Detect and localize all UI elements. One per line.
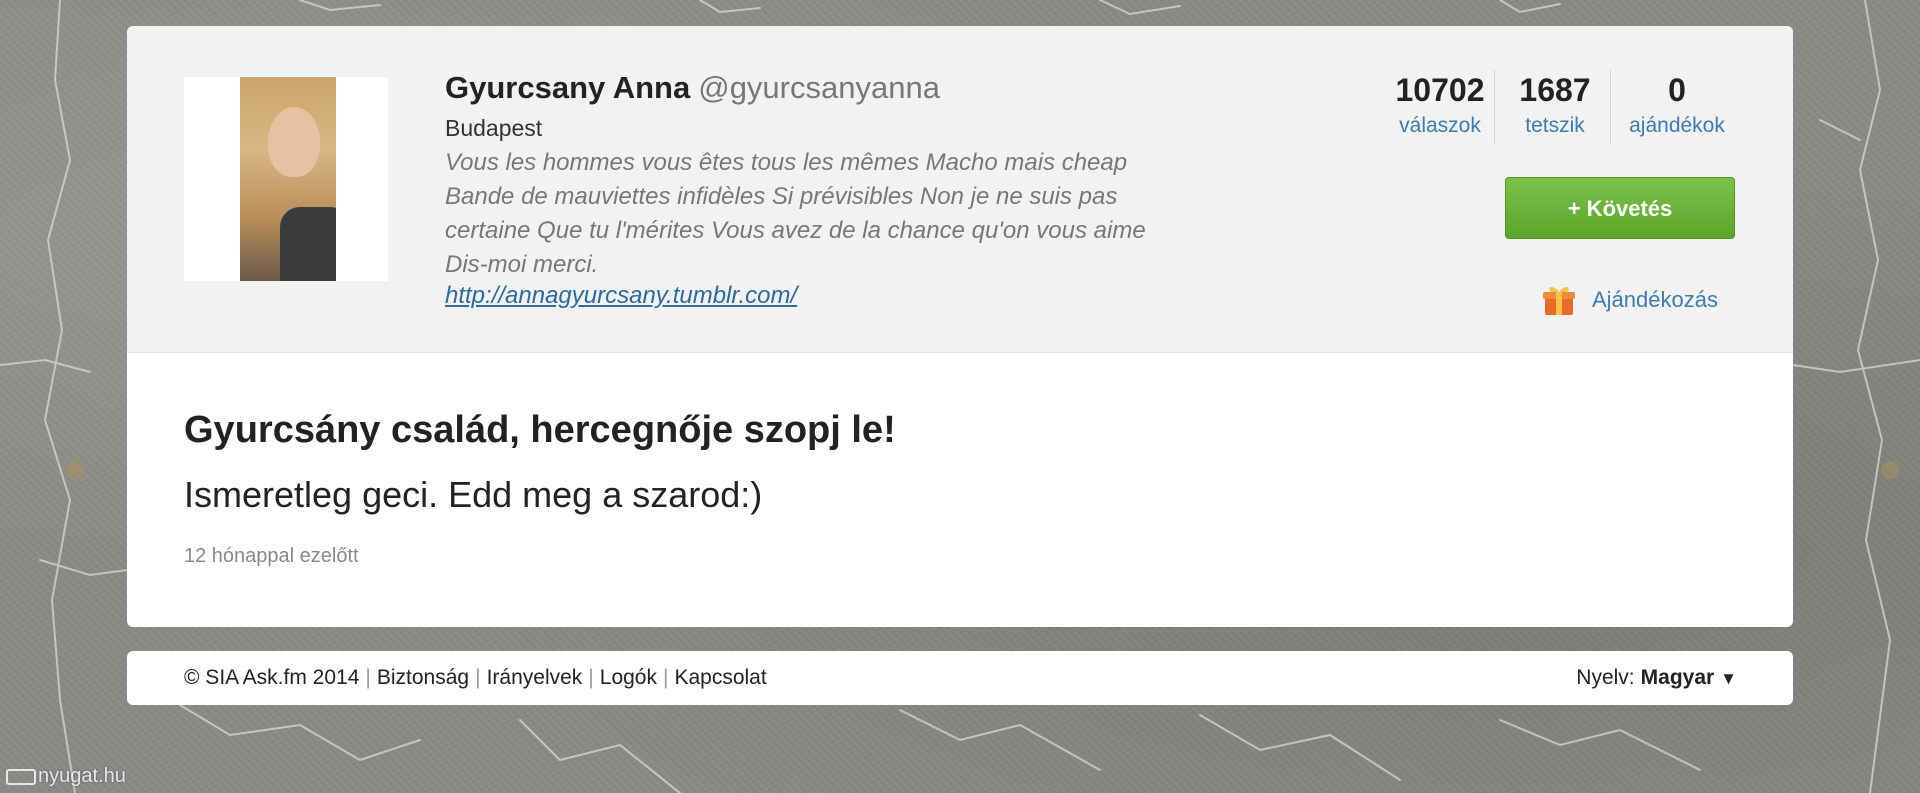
stat-gifts-label: ajándékok — [1629, 114, 1725, 137]
gift-label: Ajándékozás — [1592, 287, 1718, 312]
avatar[interactable] — [184, 77, 388, 281]
language-value: Magyar — [1640, 666, 1715, 689]
user-bio: Vous les hommes vous êtes tous les mêmes… — [445, 149, 1146, 278]
footer-link-security[interactable]: Biztonság — [377, 666, 469, 689]
gift-link[interactable]: Ajándékozás — [1542, 282, 1718, 318]
footer-copyright: © SIA Ask.fm 2014 — [184, 666, 360, 689]
language-selector[interactable]: Nyelv: Magyar ▼ — [1576, 651, 1737, 705]
avatar-shirt — [280, 207, 336, 281]
footer-separator: | — [475, 666, 481, 689]
stat-gifts[interactable]: 0 ajándékok — [1617, 70, 1737, 140]
stat-divider — [1610, 70, 1611, 144]
stat-gifts-value: 0 — [1668, 72, 1686, 108]
footer-links: © SIA Ask.fm 2014 | Biztonság | Irányelvek | L… — [184, 651, 767, 705]
stat-likes[interactable]: 1687 tetszik — [1505, 70, 1605, 140]
footer-separator: | — [588, 666, 594, 689]
question-text: Gyurcsány család, hercegnője szopj le! — [184, 409, 896, 451]
answer-timestamp[interactable]: 12 hónappal ezelőtt — [184, 545, 359, 568]
stat-likes-label: tetszik — [1525, 114, 1585, 137]
stat-divider — [1494, 70, 1495, 144]
camera-icon — [6, 768, 36, 785]
profile-card: Gyurcsany Anna @gyurcsanyanna Budapest Vo… — [127, 26, 1793, 627]
user-location: Budapest — [445, 115, 543, 141]
chevron-down-icon: ▼ — [1720, 669, 1737, 688]
footer-separator: | — [662, 666, 669, 689]
profile-name-line: Gyurcsany Anna @gyurcsanyanna — [445, 70, 940, 106]
avatar-face — [268, 107, 320, 177]
footer-link-contact[interactable]: Kapcsolat — [674, 666, 766, 689]
stat-answers-value: 10702 — [1395, 72, 1485, 108]
footer-link-logos[interactable]: Logók — [600, 666, 657, 689]
user-handle: @gyurcsanyanna — [698, 70, 940, 105]
follow-button[interactable]: + Követés — [1505, 177, 1735, 239]
stat-answers[interactable]: 10702 válaszok — [1375, 70, 1505, 140]
watermark-text: nyugat.hu — [38, 765, 126, 787]
watermark: nyugat.hu — [6, 765, 126, 788]
user-name: Gyurcsany Anna — [445, 70, 691, 105]
stat-answers-label: válaszok — [1399, 114, 1481, 137]
profile-header: Gyurcsany Anna @gyurcsanyanna Budapest Vo… — [127, 26, 1793, 353]
user-website-link[interactable]: http://annagyurcsany.tumblr.com/ — [445, 282, 797, 310]
profile-photo — [240, 77, 336, 281]
footer: © SIA Ask.fm 2014 | Biztonság | Irányelvek | L… — [127, 651, 1793, 705]
stat-likes-value: 1687 — [1519, 72, 1591, 108]
gift-icon — [1543, 287, 1575, 315]
answer-text: Ismeretleg geci. Edd meg a szarod:) — [184, 474, 763, 515]
footer-separator: | — [365, 666, 371, 689]
language-label: Nyelv: — [1576, 666, 1635, 689]
footer-link-guidelines[interactable]: Irányelvek — [487, 666, 583, 689]
